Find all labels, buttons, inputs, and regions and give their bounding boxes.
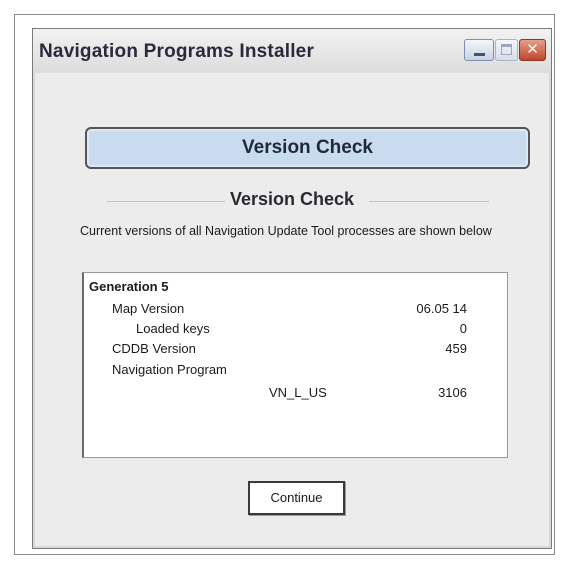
minimize-button[interactable] bbox=[464, 39, 494, 61]
screenshot-frame: Navigation Programs Installer ✕ Version … bbox=[14, 14, 555, 555]
minimize-icon bbox=[474, 53, 485, 56]
list-item-label: Map Version bbox=[112, 301, 185, 316]
header-banner: Version Check bbox=[85, 127, 530, 169]
window-title: Navigation Programs Installer bbox=[39, 41, 315, 62]
versions-list[interactable]: Generation 5 Map Version 06.05 14 Loaded… bbox=[82, 272, 508, 458]
maximize-button[interactable] bbox=[495, 39, 518, 61]
header-banner-label: Version Check bbox=[242, 137, 373, 158]
description-text: Current versions of all Navigation Updat… bbox=[80, 224, 492, 238]
list-item-value: 0 bbox=[459, 321, 467, 336]
continue-button[interactable]: Continue bbox=[248, 481, 345, 515]
section-title: Version Check bbox=[229, 189, 355, 209]
installer-window: Navigation Programs Installer ✕ Version … bbox=[32, 28, 552, 549]
maximize-icon bbox=[501, 44, 512, 55]
list-item-value: 3106 bbox=[438, 385, 467, 400]
close-icon: ✕ bbox=[526, 41, 539, 58]
group-heading: Generation 5 bbox=[89, 279, 169, 294]
list-item-value: 06.05 14 bbox=[416, 301, 467, 316]
list-item-label: Navigation Program bbox=[112, 362, 227, 377]
title-bar[interactable]: Navigation Programs Installer ✕ bbox=[33, 29, 551, 73]
close-button[interactable]: ✕ bbox=[519, 39, 546, 61]
list-item-value: 459 bbox=[445, 341, 467, 356]
list-item-label: CDDB Version bbox=[112, 341, 196, 356]
list-item-label: VN_L_US bbox=[269, 385, 327, 400]
list-item-label: Loaded keys bbox=[136, 321, 210, 336]
